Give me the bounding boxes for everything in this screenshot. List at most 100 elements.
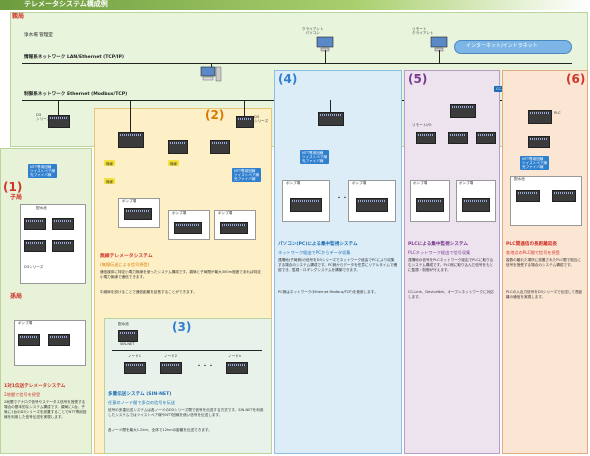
section-1-body: 2地間でアナログ信号やステータス信号を授受する場合の基本的なシステム構成です。親…	[4, 400, 87, 419]
section-6-plc-b	[552, 190, 576, 202]
section-1-number: (1)	[3, 180, 23, 194]
info-network-line	[22, 63, 572, 64]
pump-label-2c: ポンプ場	[218, 211, 233, 215]
section-3-ellipsis: ・・・	[196, 363, 215, 370]
section-3-title: 多重伝送システム (SIN-NET)	[108, 392, 172, 397]
section-2-d3-a	[168, 140, 188, 154]
section-1-pump: ポンプ場	[18, 321, 33, 325]
section-6-body: 複数の離れた場所に設置されたPLC間で相互に信号を授受する場合のシステム構成です…	[506, 258, 581, 267]
internet-label: インターネット/イントラネット	[466, 43, 538, 49]
section-1-d3-5	[18, 334, 40, 346]
remote-client-icon	[430, 36, 448, 52]
noden-label: ノードn	[228, 354, 242, 358]
section-3-body-cont: 各ノード間を最大1.2km、全体で12kmの距離を伝送できます。	[108, 428, 212, 432]
section-6-d3	[528, 136, 550, 148]
section-6-plc-top	[528, 110, 552, 124]
section-4-subtitle: ネットワーク経由でPCからデータ収集	[278, 250, 351, 255]
section-6-plc-a	[516, 190, 540, 202]
section-3-d3	[118, 330, 138, 342]
section-2-d3-main	[118, 132, 144, 148]
sin-net-line	[112, 350, 262, 351]
section-1-d3-6	[48, 334, 70, 346]
section-4-pump-a-label: ポンプ場	[286, 181, 301, 185]
section-5-d3-a	[416, 132, 436, 144]
section-4-d3-top	[318, 112, 344, 126]
section-4-pump-b-dev	[356, 198, 388, 212]
section-3-number: (3)	[172, 320, 192, 334]
section-4-number: (4)	[278, 72, 298, 86]
d3-center-top	[236, 116, 254, 128]
section-1-d3-2	[52, 218, 74, 230]
page-title: テレメータシステム構成例	[24, 0, 108, 8]
section-5-number: (5)	[408, 72, 428, 86]
info-network-label: 情報系ネットワーク LAN/Ethernet (TCP/IP)	[24, 55, 124, 60]
section-1-haisui: 配水池	[36, 206, 47, 210]
section-1-d3-4	[52, 240, 74, 252]
section-3-sinnet: SIN-NET	[120, 342, 135, 346]
section-1-d3-3	[24, 240, 46, 252]
pump-label-2a: ポンプ場	[122, 199, 137, 203]
section-4-pump-a-dev	[290, 198, 322, 212]
section-5-remote-io: リモートI/O	[412, 123, 432, 127]
section-6-haisui: 配水池	[514, 177, 525, 181]
server-drop	[211, 63, 212, 67]
pump-dev-2c	[220, 222, 248, 234]
remote-client-label: リモート クライアント	[412, 27, 434, 35]
section-6-title: PLC間通信の長距離延長	[506, 242, 558, 247]
section-4-title: パソコン(PC)による集中監視システム	[278, 242, 358, 247]
section-6-plc-label: PLC	[554, 111, 561, 115]
node1-label: ノード1	[128, 354, 142, 358]
section-1-title: 1対1伝送テレメータシステム	[4, 384, 66, 389]
d3-center-drop	[244, 100, 245, 116]
section-2-d3-b	[210, 140, 230, 154]
d3-left-drop	[58, 100, 59, 115]
section-1-d3-label: D3シリーズ	[24, 265, 44, 269]
ntt-chip-1: NTT専用回線 ツイストペア線 光ファイバ線	[28, 164, 58, 178]
section-5-pump-b-dev	[462, 198, 490, 212]
section-6-number: (6)	[566, 72, 586, 86]
ntt-chip-center: NTT専用回線 ツイストペア線 光ファイバ線	[232, 168, 262, 182]
section-2-drop	[130, 100, 131, 132]
control-network-label: 制御系ネットワーク Ethernet (Modbus/TCP)	[24, 92, 128, 97]
d3-device-left	[48, 115, 70, 128]
section-4-body: 遠隔地(子局側)の信号をD3シリーズでネットワーク経由でPCにより収集する場合の…	[278, 258, 398, 272]
wireless-tag-1: 無線	[104, 160, 115, 166]
remote-client-drop	[439, 50, 440, 63]
client-pc-drop	[325, 50, 326, 63]
ntt-chip-4: NTT専用回線 ツイストペア線 光ファイバ線	[300, 150, 330, 164]
control-room-label: 浄水場 管理室	[24, 33, 54, 38]
section-3-haisui: 配水池	[118, 322, 129, 326]
section-5-body: 遠隔地の信号をPLCネットワーク経由でPLCに取り込むシステム構成です。PLC側…	[408, 258, 494, 272]
section-4-body-cont: PC側はネットワーク(Ethernet Modbus/TCP)を使用します。	[278, 290, 378, 294]
client-pc-icon	[316, 36, 334, 52]
noden-dev	[226, 362, 248, 374]
section-5-d3-c	[476, 132, 496, 144]
server-icon	[200, 66, 222, 82]
wireless-tag-3: 無線	[168, 160, 179, 166]
parent-station-label: 親局	[12, 13, 25, 20]
node2-label: ノード2	[164, 354, 178, 358]
d3-left-label: D3 シリーズ	[36, 113, 51, 121]
node1-dev	[124, 362, 146, 374]
d3-center-label: D3 シリーズ	[254, 115, 269, 123]
section-4-pump-b-label: ポンプ場	[352, 181, 367, 185]
pump-dev-2a	[124, 208, 152, 220]
ntt-chip-6: NTT専用回線 ツイストペア線 光ファイバ線	[520, 156, 550, 170]
section-5-pump-b-label: ポンプ場	[459, 181, 474, 185]
section-5-pump-a-label: ポンプ場	[413, 181, 428, 185]
node2-dev	[160, 362, 182, 374]
section-3-body: 信号の多重伝送システムは各ノードのD3シリーズ間で信号を伝送する方式です。SIN…	[108, 408, 264, 417]
section-1-d3-1	[24, 218, 46, 230]
wireless-tag-2: 無線	[104, 178, 115, 184]
section-4-drop	[330, 100, 331, 112]
pump-dev-2b	[174, 222, 202, 234]
section-2-body: 通信媒体に特定小電力無線を使ったシステム構成です。親局と子局間が最大300m程度…	[100, 270, 261, 279]
section-5-plc	[450, 104, 476, 118]
section-3-subtitle: 任意のノード間で多点の信号を伝送	[108, 400, 176, 405]
pump-label-2b: ポンプ場	[172, 211, 187, 215]
client-pc-label: クライアント パソコン	[302, 27, 324, 35]
section-2-number: (2)	[205, 108, 225, 122]
section-2-title: 無線テレメータシステム	[100, 254, 153, 259]
section-5-body-cont: CC-Link、DeviceNet、オープンネットワークに対応します。	[408, 290, 494, 299]
section-6-body-cont: PLCの入出力信号をD3シリーズで伝送して長距離の通信を実現します。	[506, 290, 583, 299]
